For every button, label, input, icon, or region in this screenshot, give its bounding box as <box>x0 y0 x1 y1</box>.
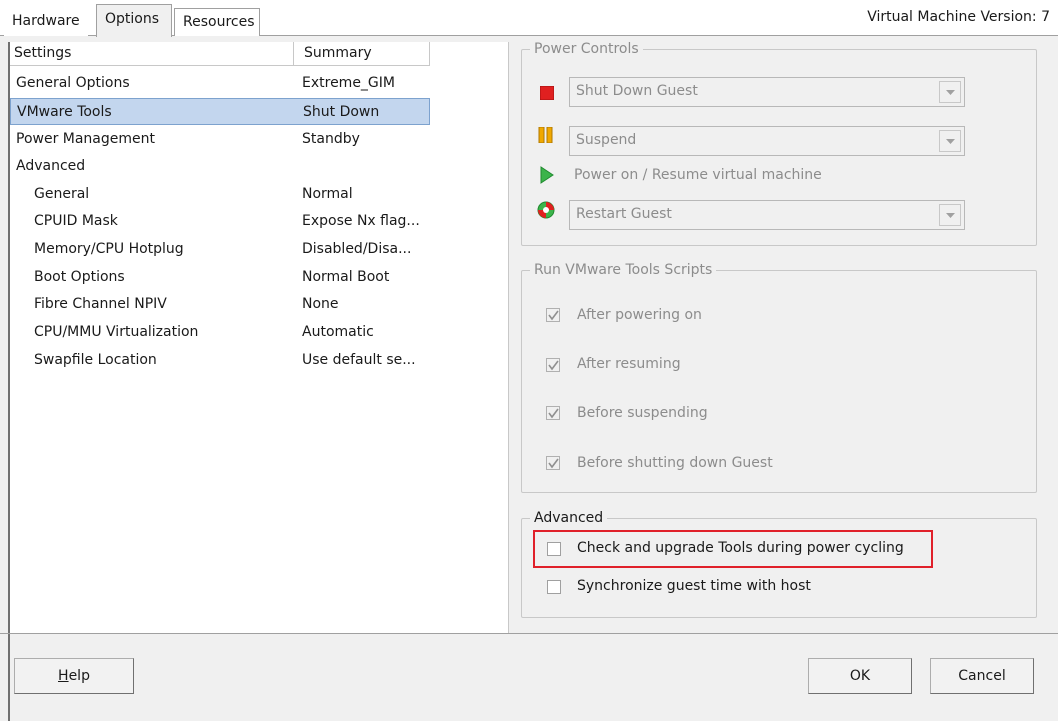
chevron-down-icon[interactable] <box>939 81 961 103</box>
restart-action-select[interactable]: Restart Guest <box>569 200 965 230</box>
setting-summary: Use default se... <box>302 352 416 368</box>
list-item-cpuid-mask[interactable]: CPUID Mask Expose Nx flag... <box>10 208 430 235</box>
restart-icon <box>537 201 555 219</box>
tools-scripts-legend: Run VMware Tools Scripts <box>530 261 717 279</box>
tab-resources[interactable]: Resources <box>174 8 260 36</box>
pause-action-value: Suspend <box>576 132 637 148</box>
pause-action-select[interactable]: Suspend <box>569 126 965 156</box>
after-resuming-checkbox[interactable] <box>546 358 560 372</box>
setting-summary: Normal Boot <box>302 269 390 285</box>
list-item-power-management[interactable]: Power Management Standby <box>10 126 430 153</box>
setting-summary: Normal <box>302 186 353 202</box>
tab-options[interactable]: Options <box>96 4 172 37</box>
vm-version-label: Virtual Machine Version: 7 <box>867 9 1050 25</box>
power-on-label: Power on / Resume virtual machine <box>574 167 822 183</box>
list-item-vmware-tools[interactable]: VMware Tools Shut Down <box>10 98 430 125</box>
setting-name: Memory/CPU Hotplug <box>34 241 184 257</box>
after-powering-on-label: After powering on <box>577 307 702 323</box>
list-item-general[interactable]: General Normal <box>10 181 430 208</box>
column-header-settings[interactable]: Settings <box>10 42 294 66</box>
cancel-button[interactable]: Cancel <box>930 658 1034 694</box>
stop-action-select[interactable]: Shut Down Guest <box>569 77 965 107</box>
pause-icon <box>538 127 553 143</box>
upgrade-tools-checkbox[interactable] <box>547 542 561 556</box>
list-item-cpu-mmu-virtualization[interactable]: CPU/MMU Virtualization Automatic <box>10 319 430 346</box>
list-item-memory-cpu-hotplug[interactable]: Memory/CPU Hotplug Disabled/Disa... <box>10 236 430 263</box>
restart-action-value: Restart Guest <box>576 206 672 222</box>
column-header-summary[interactable]: Summary <box>294 42 430 66</box>
chevron-down-icon[interactable] <box>939 204 961 226</box>
setting-name: Boot Options <box>34 269 125 285</box>
setting-summary: Standby <box>302 131 360 147</box>
before-shutting-down-checkbox[interactable] <box>546 456 560 470</box>
setting-name: CPUID Mask <box>34 213 118 229</box>
list-item-advanced[interactable]: Advanced <box>10 153 430 180</box>
setting-name: Power Management <box>16 131 156 147</box>
tab-hardware[interactable]: Hardware <box>4 8 88 36</box>
setting-name: CPU/MMU Virtualization <box>34 324 199 340</box>
sync-time-label: Synchronize guest time with host <box>577 578 811 594</box>
before-suspending-checkbox[interactable] <box>546 406 560 420</box>
setting-name: VMware Tools <box>17 104 112 120</box>
setting-name: Advanced <box>16 158 86 174</box>
vm-properties-window: Hardware Options Resources Virtual Machi… <box>0 0 1058 721</box>
before-suspending-label: Before suspending <box>577 405 708 421</box>
power-controls-legend: Power Controls <box>530 40 643 58</box>
advanced-legend: Advanced <box>530 509 608 527</box>
before-shutting-down-label: Before shutting down Guest <box>577 455 773 471</box>
setting-summary: None <box>302 296 339 312</box>
setting-name: Swapfile Location <box>34 352 157 368</box>
stop-action-value: Shut Down Guest <box>576 83 698 99</box>
sync-time-checkbox[interactable] <box>547 580 561 594</box>
after-resuming-label: After resuming <box>577 356 681 372</box>
ok-button[interactable]: OK <box>808 658 912 694</box>
setting-summary: Automatic <box>302 324 374 340</box>
help-button[interactable]: Help <box>14 658 134 694</box>
setting-name: General <box>34 186 90 202</box>
stop-icon <box>540 86 554 100</box>
help-button-label: elp <box>68 668 90 684</box>
list-item-boot-options[interactable]: Boot Options Normal Boot <box>10 264 430 291</box>
tab-strip: Hardware Options Resources Virtual Machi… <box>0 0 1058 37</box>
setting-summary: Expose Nx flag... <box>302 213 420 229</box>
upgrade-tools-label: Check and upgrade Tools during power cyc… <box>577 540 904 556</box>
list-item-swapfile-location[interactable]: Swapfile Location Use default se... <box>10 347 430 374</box>
settings-list[interactable]: Settings Summary General Options Extreme… <box>8 42 509 634</box>
divider <box>0 633 1058 634</box>
play-icon <box>540 166 554 184</box>
list-item-fibre-channel-npiv[interactable]: Fibre Channel NPIV None <box>10 291 430 318</box>
list-item-general-options[interactable]: General Options Extreme_GIM <box>10 70 430 97</box>
after-powering-on-checkbox[interactable] <box>546 308 560 322</box>
setting-name: Fibre Channel NPIV <box>34 296 167 312</box>
setting-summary: Extreme_GIM <box>302 75 395 91</box>
help-accelerator: H <box>58 668 69 684</box>
divider <box>8 634 10 721</box>
setting-name: General Options <box>16 75 130 91</box>
chevron-down-icon[interactable] <box>939 130 961 152</box>
setting-summary: Shut Down <box>303 104 380 120</box>
setting-summary: Disabled/Disa... <box>302 241 412 257</box>
